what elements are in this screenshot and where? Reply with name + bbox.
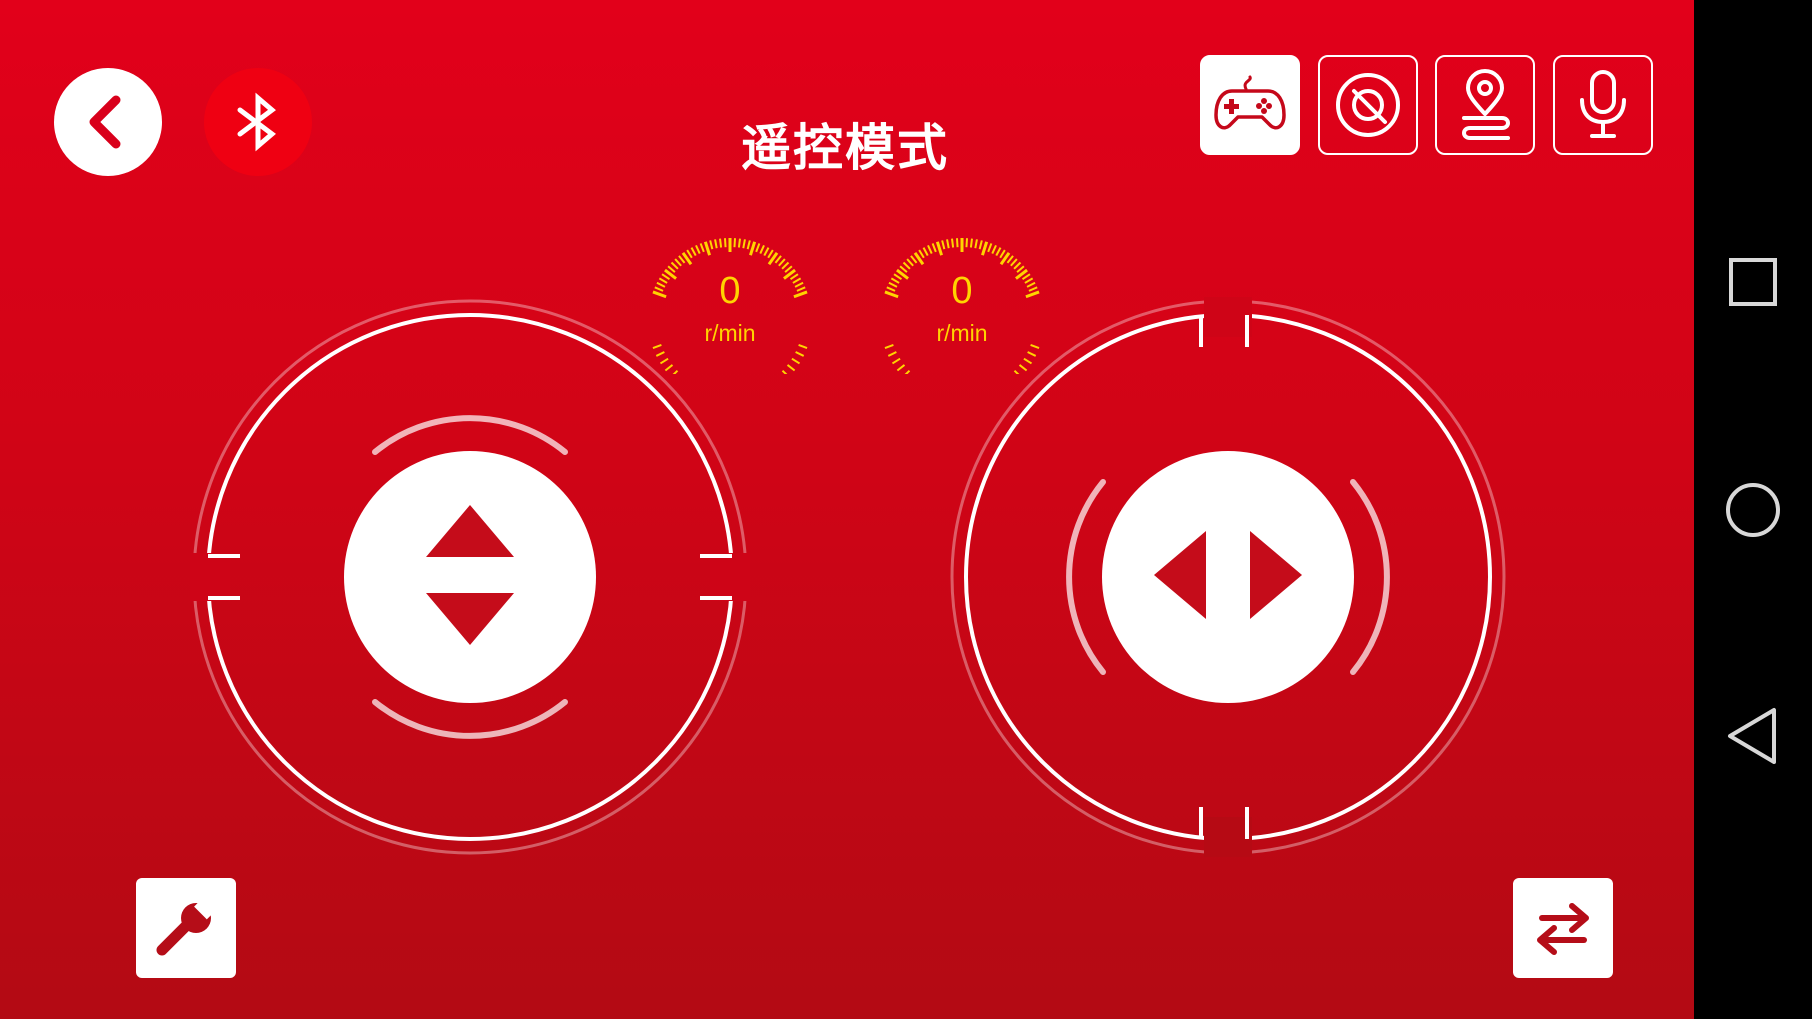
location-track-icon: [1462, 69, 1510, 140]
circle-icon: [1726, 483, 1780, 537]
right-joystick-knob: [1102, 451, 1354, 703]
app-screen: 遥控模式 0 r/min 0 r/min: [0, 0, 1694, 1019]
back-button[interactable]: [54, 68, 162, 176]
obstacle-avoid-icon: [1336, 73, 1400, 137]
page-title: 遥控模式: [741, 119, 949, 177]
swap-button[interactable]: [1513, 878, 1613, 978]
right-joystick[interactable]: [948, 297, 1508, 857]
left-joystick[interactable]: [190, 297, 750, 857]
mode-gamepad-button[interactable]: [1200, 55, 1300, 155]
mode-obstacle-button[interactable]: [1318, 55, 1418, 155]
left-joystick-knob: [344, 451, 596, 703]
system-nav-bar: [1694, 0, 1812, 1019]
bluetooth-button[interactable]: [204, 68, 312, 176]
microphone-icon: [1580, 70, 1626, 138]
wrench-icon: [156, 896, 217, 956]
mode-track-button[interactable]: [1435, 55, 1535, 155]
triangle-back-icon: [1728, 708, 1776, 764]
recent-apps-button[interactable]: [1728, 257, 1778, 307]
bluetooth-icon: [237, 92, 276, 152]
square-icon: [1729, 258, 1777, 306]
chevron-left-icon: [89, 95, 121, 149]
gamepad-icon: [1214, 75, 1286, 130]
settings-button[interactable]: [136, 878, 236, 978]
mode-voice-button[interactable]: [1553, 55, 1653, 155]
home-button[interactable]: [1724, 481, 1782, 539]
swap-arrows-icon: [1537, 903, 1589, 955]
back-nav-button[interactable]: [1724, 706, 1782, 766]
